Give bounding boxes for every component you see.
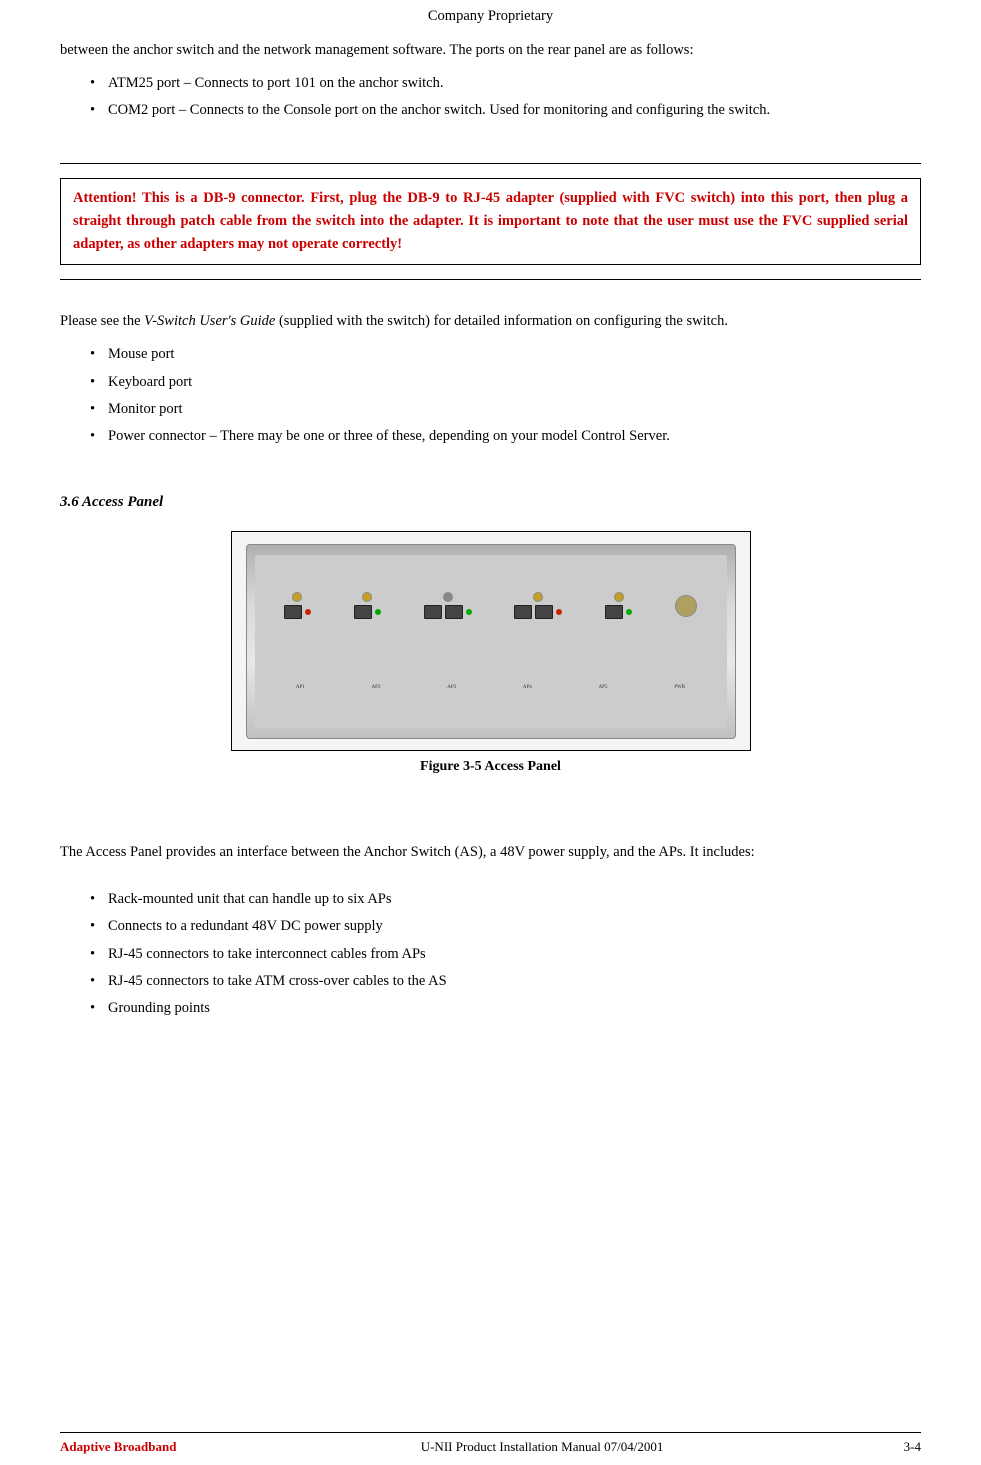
ap-module xyxy=(605,592,632,619)
figure-container: AP1 AP2 AP3 AP4 AP5 PWR Figure 3-5 Acces… xyxy=(60,531,921,775)
intro-text: between the anchor switch and the networ… xyxy=(60,42,693,58)
intro-paragraph: between the anchor switch and the networ… xyxy=(60,39,921,62)
ap-bottom-row: AP1 AP2 AP3 AP4 AP5 PWR xyxy=(265,685,717,690)
ap-top-row xyxy=(265,592,717,619)
list-item: RJ-45 connectors to take ATM cross-over … xyxy=(90,970,921,993)
ap-label: PWR xyxy=(674,685,685,690)
list-item: Power connector – There may be one or th… xyxy=(90,425,921,448)
access-panel-text: The Access Panel provides an interface b… xyxy=(60,844,755,860)
vsw-italic: V-Switch User's Guide xyxy=(144,313,275,329)
ap-label: AP2 xyxy=(372,685,381,690)
vsw-ports-list: Mouse port Keyboard port Monitor port Po… xyxy=(90,343,921,448)
access-panel-paragraph: The Access Panel provides an interface b… xyxy=(60,841,921,864)
list-item: Keyboard port xyxy=(90,371,921,394)
list-item: Mouse port xyxy=(90,343,921,366)
list-item: ATM25 port – Connects to port 101 on the… xyxy=(90,72,921,95)
ap-led xyxy=(556,609,562,615)
ap-rj45 xyxy=(284,605,302,619)
ap-label: AP4 xyxy=(523,685,532,690)
list-item: Rack-mounted unit that can handle up to … xyxy=(90,888,921,911)
ap-led xyxy=(305,609,311,615)
divider-top xyxy=(60,163,921,164)
list-item: Monitor port xyxy=(90,398,921,421)
section-number: 3.6 xyxy=(60,494,79,510)
footer-doc: U-NII Product Installation Manual 07/04/… xyxy=(180,1439,903,1455)
ports-list: ATM25 port – Connects to port 101 on the… xyxy=(90,72,921,122)
list-item: COM2 port – Connects to the Console port… xyxy=(90,99,921,122)
ap-rj45 xyxy=(514,605,532,619)
attention-text: Attention! This is a DB-9 connector. Fir… xyxy=(73,190,908,252)
ap-module xyxy=(514,592,562,619)
page-header: Company Proprietary xyxy=(60,0,921,39)
ap-rj45 xyxy=(535,605,553,619)
figure-image-box: AP1 AP2 AP3 AP4 AP5 PWR xyxy=(231,531,751,751)
ap-antenna xyxy=(614,592,624,602)
ap-label: AP5 xyxy=(599,685,608,690)
ap-led xyxy=(466,609,472,615)
ap-label: AP3 xyxy=(447,685,456,690)
ap-antenna xyxy=(533,592,543,602)
divider-bottom xyxy=(60,279,921,280)
ap-rj45 xyxy=(354,605,372,619)
vsw-paragraph: Please see the V-Switch User's Guide (su… xyxy=(60,310,921,333)
access-panel-image: AP1 AP2 AP3 AP4 AP5 PWR xyxy=(246,544,736,739)
vsw-text-after: (supplied with the switch) for detailed … xyxy=(275,313,728,329)
ap-antenna xyxy=(443,592,453,602)
footer-page: 3-4 xyxy=(904,1439,921,1455)
attention-box: Attention! This is a DB-9 connector. Fir… xyxy=(60,178,921,266)
ap-module xyxy=(424,592,472,619)
footer-brand: Adaptive Broadband xyxy=(60,1439,176,1455)
ap-antenna xyxy=(292,592,302,602)
ap-rj45 xyxy=(605,605,623,619)
section-heading: 3.6 Access Panel xyxy=(60,494,921,511)
list-item: Connects to a redundant 48V DC power sup… xyxy=(90,915,921,938)
ap-circle-button xyxy=(675,595,697,617)
list-item: Grounding points xyxy=(90,997,921,1020)
ap-led xyxy=(375,609,381,615)
access-panel-list: Rack-mounted unit that can handle up to … xyxy=(90,888,921,1020)
ap-module xyxy=(354,592,381,619)
ap-label: AP1 xyxy=(296,685,305,690)
section-title: Access Panel xyxy=(82,494,163,510)
ap-rj45 xyxy=(445,605,463,619)
ap-rj45 xyxy=(424,605,442,619)
header-title: Company Proprietary xyxy=(428,8,553,24)
figure-caption: Figure 3-5 Access Panel xyxy=(420,759,561,775)
ap-led xyxy=(626,609,632,615)
vsw-text-before: Please see the xyxy=(60,313,144,329)
ap-module xyxy=(675,595,697,617)
ap-antenna xyxy=(362,592,372,602)
list-item: RJ-45 connectors to take interconnect ca… xyxy=(90,943,921,966)
ap-module xyxy=(284,592,311,619)
page-footer: Adaptive Broadband U-NII Product Install… xyxy=(60,1432,921,1455)
